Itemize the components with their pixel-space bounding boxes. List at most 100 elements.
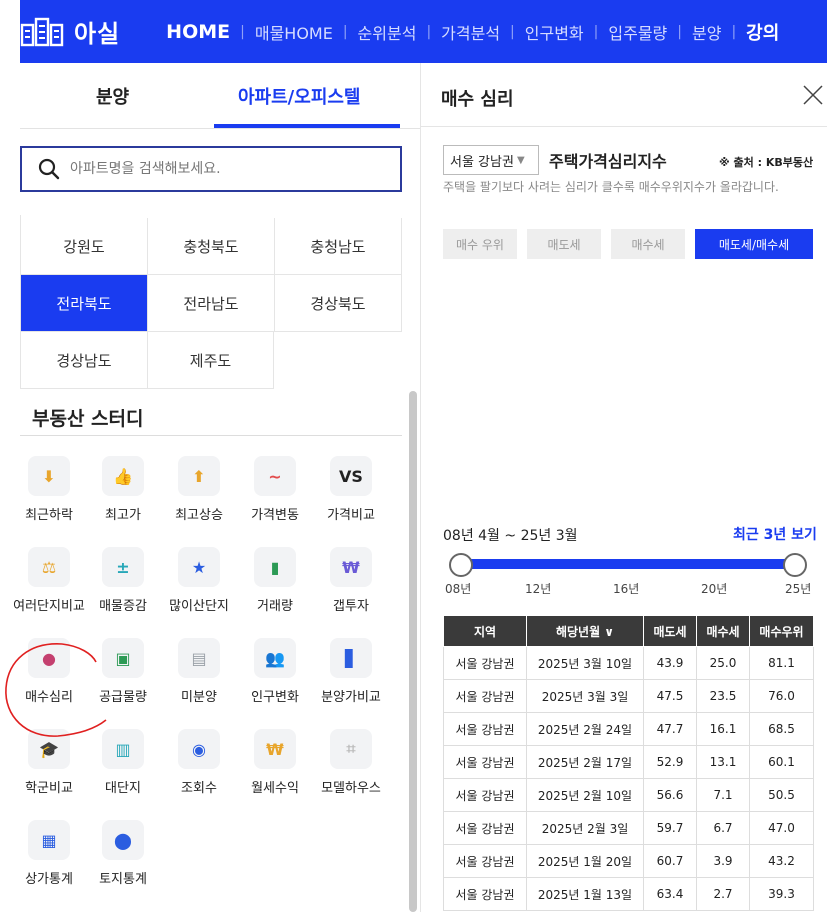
nav-home[interactable]: HOME bbox=[166, 21, 230, 43]
study-item[interactable]: ▮ 거래량 bbox=[237, 547, 313, 614]
data-source: ※ 출처 : KB부동산 bbox=[719, 156, 814, 169]
nav-population[interactable]: 인구변화 bbox=[525, 20, 584, 44]
nav-presale[interactable]: 분양 bbox=[692, 20, 721, 44]
study-item[interactable]: 👥 인구변화 bbox=[237, 638, 313, 705]
sell-buy-pressure-button[interactable]: 매도세/매수세 bbox=[695, 229, 813, 259]
index-description: 주택을 팔기보다 사려는 심리가 클수록 매수우위지수가 올라갑니다. bbox=[443, 180, 779, 194]
logo[interactable]: 아실 bbox=[20, 0, 120, 63]
study-item[interactable]: ▤ 미분양 bbox=[161, 638, 237, 705]
category-tabs: 분양 아파트/오피스텔 bbox=[20, 63, 420, 129]
study-item-label: 여러단지비교 bbox=[13, 599, 85, 614]
panel-title: 매수 심리 bbox=[441, 89, 514, 110]
supply-icon: ▣ bbox=[102, 638, 144, 678]
region-chungnam[interactable]: 충청남도 bbox=[274, 218, 402, 275]
study-item[interactable]: ⬆ 최고상승 bbox=[161, 456, 237, 523]
study-item-label: 상가통계 bbox=[25, 872, 73, 887]
table-row[interactable]: 서울 강남권 2025년 1월 20일 60.7 3.9 43.2 bbox=[443, 844, 814, 878]
table-cell: 43.9 bbox=[643, 646, 697, 680]
table-cell: 63.4 bbox=[643, 877, 697, 911]
study-item-label: 대단지 bbox=[105, 781, 141, 796]
left-panel-scrollbar[interactable] bbox=[409, 391, 417, 912]
region-jeonbuk[interactable]: 전라북도 bbox=[20, 275, 147, 332]
slider-end-handle[interactable] bbox=[783, 553, 807, 577]
study-item-label: 매수심리 bbox=[25, 690, 73, 705]
study-item-label: 인구변화 bbox=[251, 690, 299, 705]
study-item[interactable]: VS 가격비교 bbox=[313, 456, 389, 523]
up-arrow-coin-icon: ⬆ bbox=[178, 456, 220, 496]
search-icon[interactable] bbox=[38, 158, 60, 180]
study-item[interactable]: ~ 가격변동 bbox=[237, 456, 313, 523]
region-chungbuk[interactable]: 충청북도 bbox=[147, 218, 274, 275]
table-cell: 39.3 bbox=[749, 877, 814, 911]
tab-apartment-officetel[interactable]: 아파트/오피스텔 bbox=[238, 83, 361, 109]
table-row[interactable]: 서울 강남권 2025년 3월 10일 43.9 25.0 81.1 bbox=[443, 646, 814, 680]
table-cell: 25.0 bbox=[696, 646, 750, 680]
recent-3-years-link[interactable]: 최근 3년 보기 bbox=[733, 524, 817, 544]
buy-dominance-button[interactable]: 매수 우위 bbox=[443, 229, 517, 259]
study-item[interactable]: 🎓 학군비교 bbox=[11, 729, 87, 796]
study-item-label: 공급물량 bbox=[99, 690, 147, 705]
region-gangwon[interactable]: 강원도 bbox=[20, 218, 147, 275]
table-cell: 13.1 bbox=[696, 745, 750, 779]
main-nav: HOME | 매물HOME | 순위분석 | 가격분석 | 인구변화 | 입주물… bbox=[166, 19, 780, 45]
table-row[interactable]: 서울 강남권 2025년 3월 3일 47.5 23.5 76.0 bbox=[443, 679, 814, 713]
people-icon: 👥 bbox=[254, 638, 296, 678]
table-row[interactable]: 서울 강남권 2025년 1월 13일 63.4 2.7 39.3 bbox=[443, 877, 814, 911]
table-row[interactable]: 서울 강남권 2025년 2월 10일 56.6 7.1 50.5 bbox=[443, 778, 814, 812]
study-item[interactable]: ● 매수심리 bbox=[11, 638, 87, 705]
search-input[interactable] bbox=[70, 161, 370, 177]
graduation-cap-icon: 🎓 bbox=[28, 729, 70, 769]
pulse-icon: ~ bbox=[254, 456, 296, 496]
table-row[interactable]: 서울 강남권 2025년 2월 17일 52.9 13.1 60.1 bbox=[443, 745, 814, 779]
nav-ranking[interactable]: 순위분석 bbox=[358, 20, 417, 44]
table-cell: 서울 강남권 bbox=[443, 745, 527, 779]
nav-price-analysis[interactable]: 가격분석 bbox=[441, 20, 500, 44]
tab-presale[interactable]: 분양 bbox=[96, 83, 129, 109]
col-dominance: 매수우위 bbox=[749, 615, 814, 647]
table-row[interactable]: 서울 강남권 2025년 2월 24일 47.7 16.1 68.5 bbox=[443, 712, 814, 746]
region-gyeongbuk[interactable]: 경상북도 bbox=[274, 275, 402, 332]
region-jeonnam[interactable]: 전라남도 bbox=[147, 275, 274, 332]
region-gyeongnam[interactable]: 경상남도 bbox=[20, 332, 147, 389]
table-cell: 59.7 bbox=[643, 811, 697, 845]
study-item[interactable]: ▣ 공급물량 bbox=[85, 638, 161, 705]
study-item[interactable]: ◉ 조회수 bbox=[161, 729, 237, 796]
study-item[interactable]: ⌗ 모델하우스 bbox=[313, 729, 389, 796]
table-cell: 60.7 bbox=[643, 844, 697, 878]
table-row[interactable]: 서울 강남권 2025년 2월 3일 59.7 6.7 47.0 bbox=[443, 811, 814, 845]
study-item[interactable]: ± 매물증감 bbox=[85, 547, 161, 614]
study-item[interactable]: ₩ 월세수익 bbox=[237, 729, 313, 796]
study-item[interactable]: ₩ 갭투자 bbox=[313, 547, 389, 614]
close-icon[interactable] bbox=[801, 83, 825, 107]
study-item[interactable]: ⬇ 최근하락 bbox=[11, 456, 87, 523]
nav-lecture[interactable]: 강의 bbox=[746, 19, 779, 45]
index-type-buttons: 매수 우위 매도세 매수세 매도세/매수세 bbox=[443, 229, 813, 259]
study-item[interactable]: ⬤ 토지통계 bbox=[85, 820, 161, 887]
selling-pressure-button[interactable]: 매도세 bbox=[527, 229, 601, 259]
floorplan-icon: ⌗ bbox=[330, 729, 372, 769]
study-item[interactable]: ▋ 분양가비교 bbox=[313, 638, 389, 705]
region-jeju[interactable]: 제주도 bbox=[147, 332, 274, 389]
study-item-label: 많이산단지 bbox=[169, 599, 229, 614]
study-item[interactable]: 👍 최고가 bbox=[85, 456, 161, 523]
study-item[interactable]: ▥ 대단지 bbox=[85, 729, 161, 796]
table-cell: 서울 강남권 bbox=[443, 811, 527, 845]
region-row: 경상남도 제주도 bbox=[20, 332, 402, 389]
table-cell: 52.9 bbox=[643, 745, 697, 779]
study-item[interactable]: ★ 많이산단지 bbox=[161, 547, 237, 614]
region-grid: 강원도 충청북도 충청남도 전라북도 전라남도 경상북도 경상남도 제주도 bbox=[20, 215, 402, 389]
col-date-sort[interactable]: 해당년월 ∨ bbox=[526, 615, 644, 647]
nav-listing-home[interactable]: 매물HOME bbox=[255, 20, 333, 44]
nav-supply[interactable]: 입주물량 bbox=[608, 20, 667, 44]
region-select[interactable]: 서울 강남권 ▼ bbox=[443, 145, 539, 175]
study-item-label: 최고가 bbox=[105, 508, 141, 523]
buying-sentiment-panel: 매수 심리 서울 강남권 ▼ 주택가격심리지수 ※ 출처 : KB부동산 주택을 … bbox=[420, 63, 827, 912]
table-cell: 서울 강남권 bbox=[443, 712, 527, 746]
study-item[interactable]: ▦ 상가통계 bbox=[11, 820, 87, 887]
table-cell: 2025년 2월 10일 bbox=[526, 778, 644, 812]
study-item[interactable]: ⚖ 여러단지비교 bbox=[11, 547, 87, 614]
scale-icon: ⚖ bbox=[28, 547, 70, 587]
buying-pressure-button[interactable]: 매수세 bbox=[611, 229, 685, 259]
slider-track[interactable] bbox=[459, 559, 799, 569]
slider-start-handle[interactable] bbox=[449, 553, 473, 577]
